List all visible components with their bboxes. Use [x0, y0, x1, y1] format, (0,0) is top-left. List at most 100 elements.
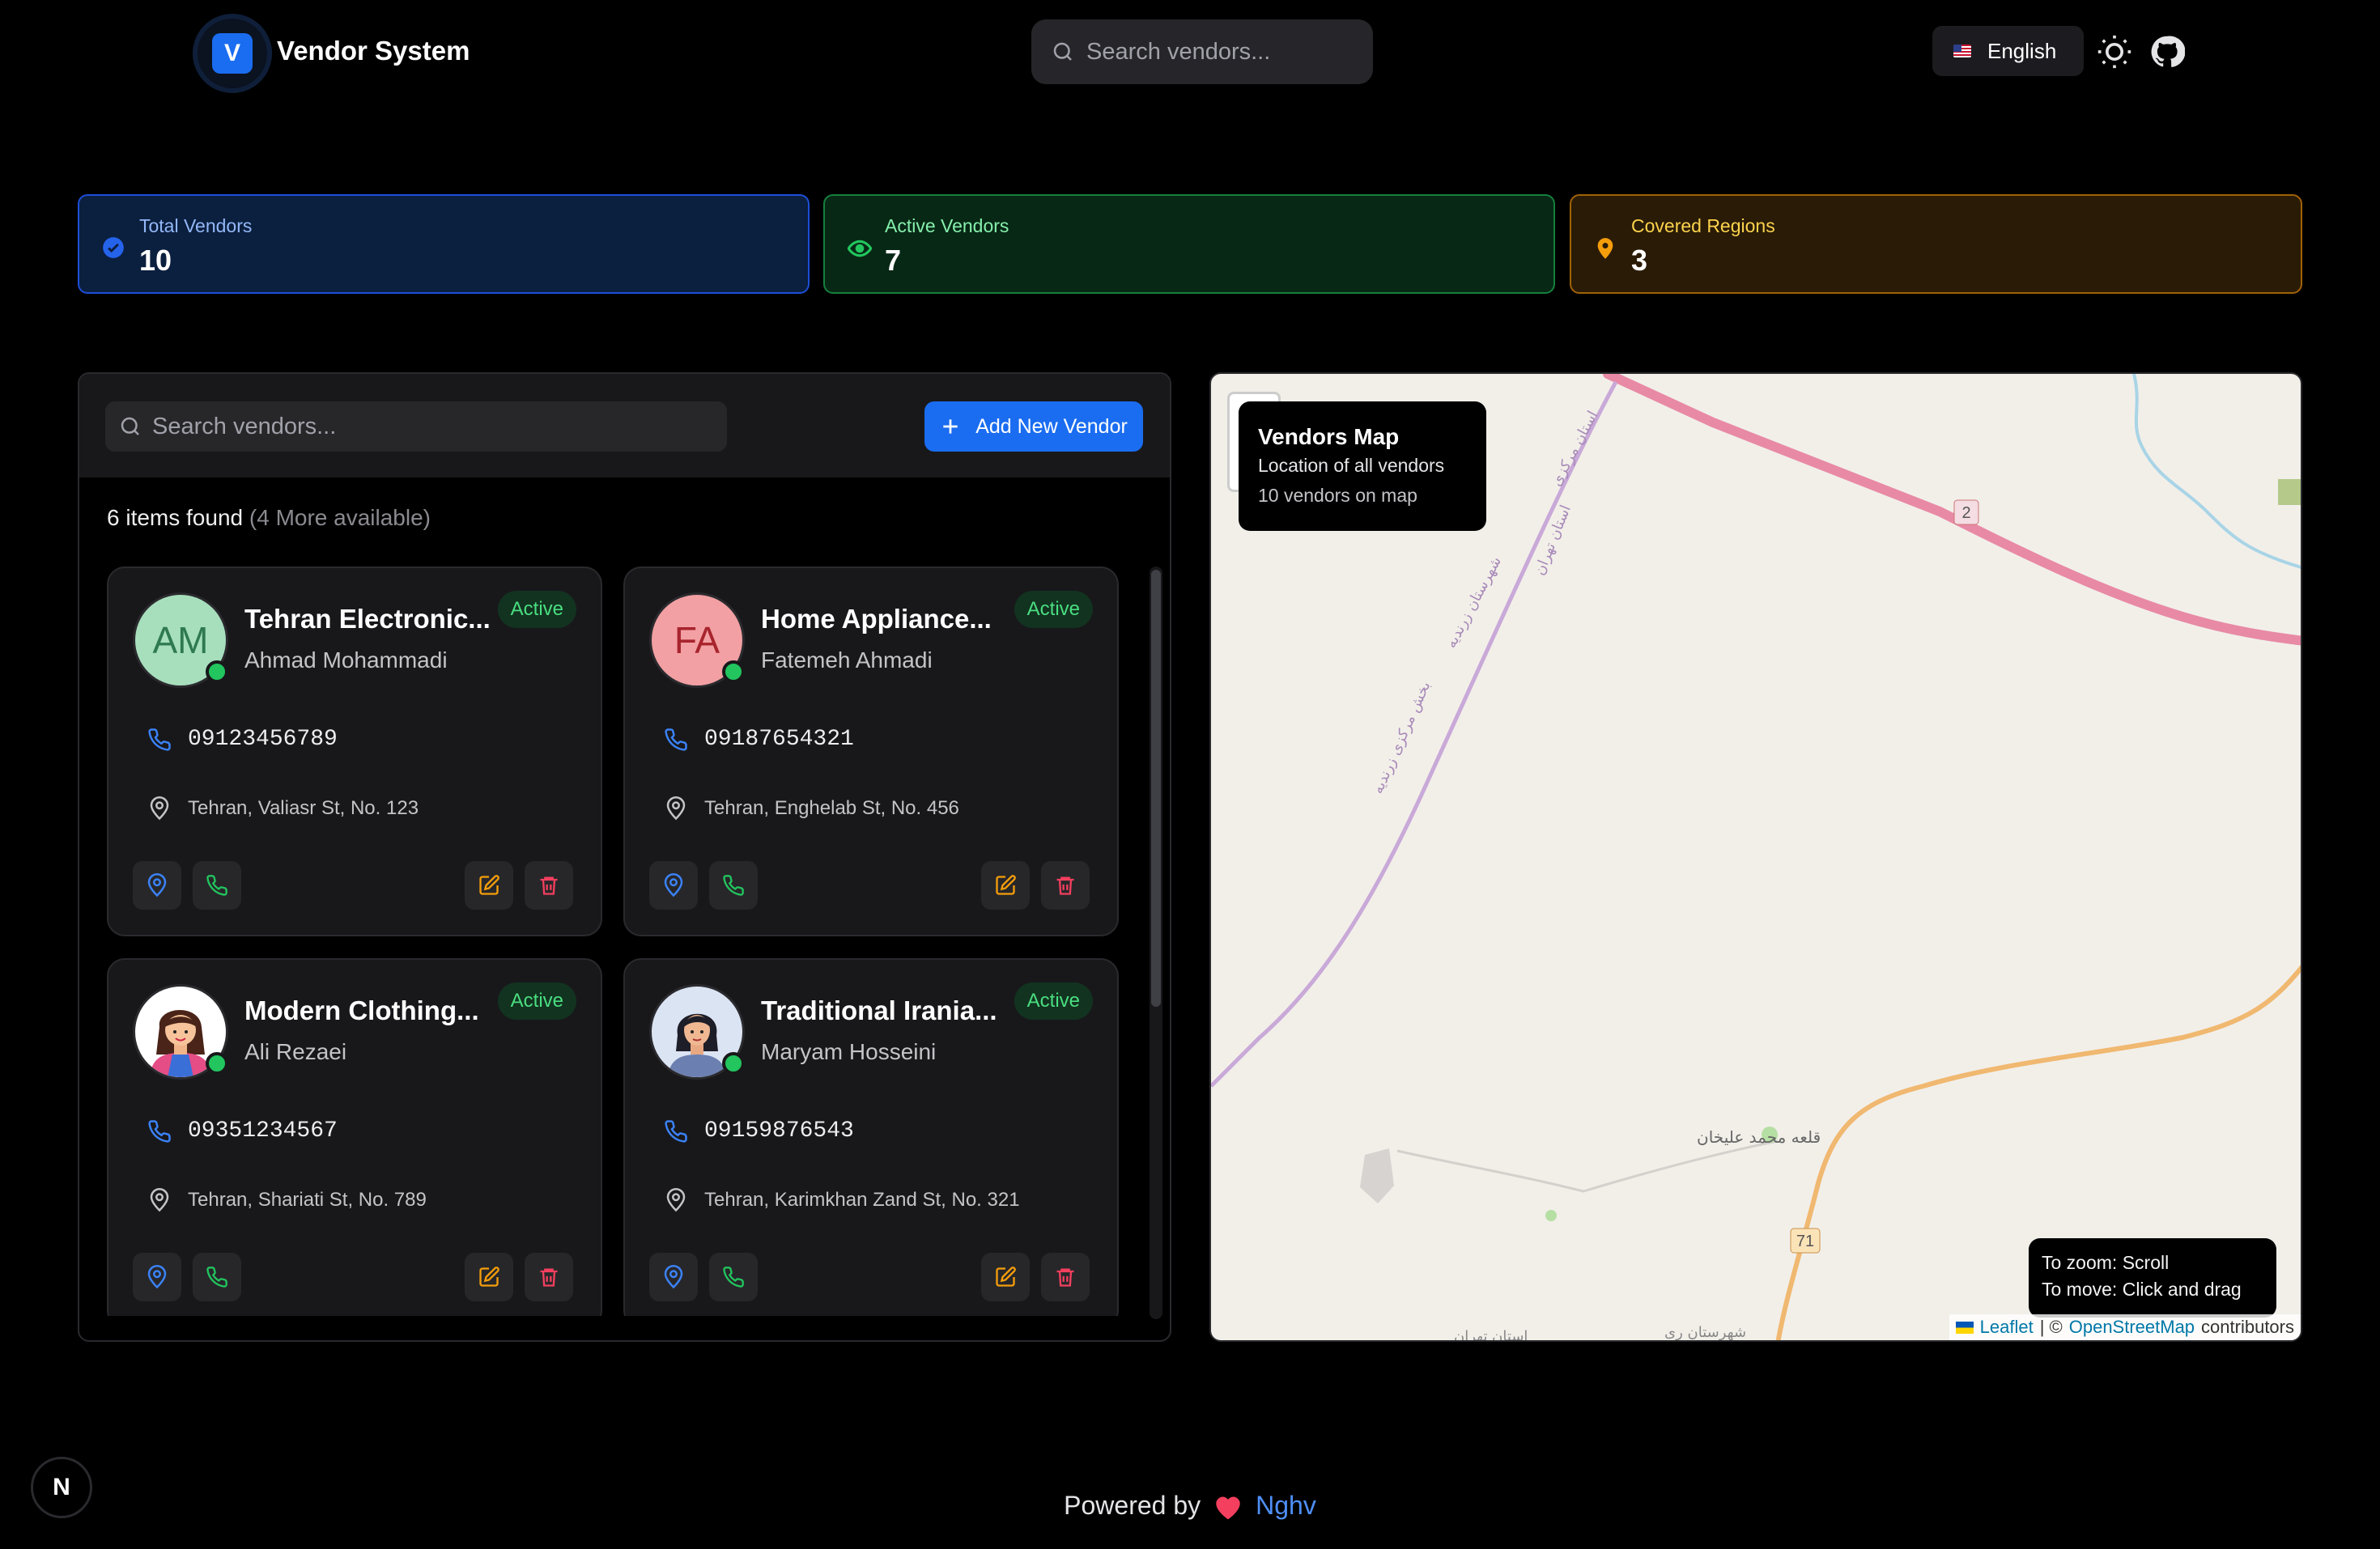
- call-button[interactable]: [709, 861, 758, 910]
- map-subtitle: Location of all vendors: [1258, 455, 1445, 476]
- sun-icon[interactable]: [2097, 34, 2132, 70]
- logo-letter: V: [212, 33, 253, 74]
- map-vendor-count: 10 vendors on map: [1258, 485, 1417, 506]
- language-switcher[interactable]: English: [1932, 26, 2084, 76]
- brand-title[interactable]: Vendor System: [277, 32, 470, 70]
- call-button[interactable]: [709, 1253, 758, 1301]
- phone-icon: [723, 1267, 744, 1288]
- list-scrollbar-thumb[interactable]: [1151, 570, 1161, 1007]
- edit-button[interactable]: [465, 861, 513, 910]
- eye-icon: [848, 240, 872, 257]
- map-title: Vendors Map: [1258, 424, 1400, 449]
- vendor-phone: 09159876543: [704, 1118, 854, 1144]
- delete-button[interactable]: [1041, 861, 1090, 910]
- stat-covered-regions: Covered Regions 3: [1570, 194, 2302, 294]
- vendor-search[interactable]: [105, 401, 727, 452]
- vendor-card[interactable]: Modern Clothing... Ali Rezaei Active 093…: [107, 958, 602, 1316]
- location-icon: [666, 796, 686, 821]
- edit-button[interactable]: [465, 1253, 513, 1301]
- road-shield-2: 2: [1961, 504, 1970, 522]
- stat-total-vendors: Total Vendors 10: [78, 194, 810, 294]
- vendor-name: Tehran Electronic...: [244, 604, 491, 634]
- stat-label: Covered Regions: [1631, 215, 1775, 236]
- vendor-card[interactable]: FA Home Appliance... Fatemeh Ahmadi Acti…: [623, 567, 1119, 936]
- location-icon: [150, 1188, 169, 1212]
- list-scrollbar[interactable]: [1150, 567, 1162, 1319]
- stat-label: Total Vendors: [139, 215, 253, 236]
- stat-active-vendors: Active Vendors 7: [823, 194, 1555, 294]
- map-info-card: Vendors Map Location of all vendors 10 v…: [1239, 401, 1486, 531]
- results-more-text: (4 More available): [249, 505, 431, 530]
- header-search[interactable]: [1031, 19, 1373, 84]
- github-icon[interactable]: [2149, 34, 2185, 70]
- footer-author-link[interactable]: Nghv: [1256, 1491, 1316, 1521]
- map-label-county-ray: شهرستان ری: [1664, 1324, 1746, 1341]
- show-on-map-button[interactable]: [133, 861, 181, 910]
- heart-icon: [1216, 1496, 1240, 1519]
- stat-value: 10: [139, 244, 172, 277]
- map-hint-zoom: To zoom: Scroll: [2042, 1252, 2170, 1273]
- map-label-village: قلعه محمد علیخان: [1697, 1127, 1821, 1147]
- status-badge: Active: [1014, 591, 1093, 628]
- map-pin-icon: [664, 873, 683, 898]
- map-attribution: Leaflet | © OpenStreetMap contributors: [1949, 1314, 2301, 1340]
- edit-icon: [479, 1267, 499, 1287]
- edit-icon: [996, 1267, 1016, 1287]
- stat-label: Active Vendors: [885, 215, 1009, 236]
- map-label-markazi: استان مرکزی: [1548, 408, 1601, 489]
- leaflet-link[interactable]: Leaflet: [1980, 1317, 2034, 1338]
- status-badge: Active: [1014, 982, 1093, 1020]
- show-on-map-button[interactable]: [133, 1253, 181, 1301]
- show-on-map-button[interactable]: [649, 861, 698, 910]
- stat-value: 7: [885, 244, 902, 277]
- delete-button[interactable]: [525, 1253, 573, 1301]
- edit-icon: [996, 875, 1016, 895]
- trash-icon: [1056, 1268, 1074, 1287]
- vendor-card[interactable]: AM Tehran Electronic... Ahmad Mohammadi …: [107, 567, 602, 936]
- header-search-input[interactable]: [1086, 38, 1362, 66]
- online-indicator: [206, 660, 228, 683]
- trash-icon: [1056, 876, 1074, 895]
- show-on-map-button[interactable]: [649, 1253, 698, 1301]
- vendor-name: Home Appliance...: [761, 604, 992, 634]
- results-count: 6 items found (4 More available): [107, 502, 431, 534]
- call-button[interactable]: [193, 1253, 241, 1301]
- map-pin-icon: [147, 873, 167, 898]
- vendor-address: Tehran, Karimkhan Zand St, No. 321: [704, 1189, 1020, 1211]
- attribution-tail: contributors: [2201, 1317, 2294, 1337]
- vendor-cards-grid: AM Tehran Electronic... Ahmad Mohammadi …: [79, 567, 1140, 1316]
- phone-icon: [148, 728, 171, 751]
- vendor-owner: Maryam Hosseini: [761, 1039, 937, 1064]
- edit-icon: [479, 875, 499, 895]
- call-button[interactable]: [193, 861, 241, 910]
- delete-button[interactable]: [525, 861, 573, 910]
- online-indicator: [206, 1052, 228, 1075]
- map-pin-icon: [1597, 238, 1613, 259]
- phone-icon: [148, 1119, 171, 1143]
- vendor-address: Tehran, Valiasr St, No. 123: [188, 797, 419, 819]
- trash-icon: [540, 876, 558, 895]
- phone-icon: [206, 1267, 227, 1288]
- us-flag-icon: [1953, 45, 1971, 57]
- vendor-search-input[interactable]: [152, 413, 427, 440]
- app-logo[interactable]: V: [193, 14, 272, 93]
- osm-link[interactable]: OpenStreetMap: [2069, 1317, 2195, 1338]
- edit-button[interactable]: [981, 1253, 1030, 1301]
- search-icon: [1053, 42, 1072, 61]
- vendor-address: Tehran, Shariati St, No. 789: [188, 1189, 427, 1211]
- ukraine-flag-icon: [1955, 1321, 1974, 1334]
- phone-icon: [206, 875, 227, 896]
- delete-button[interactable]: [1041, 1253, 1090, 1301]
- vendors-map[interactable]: 2 71 قلعه محمد علیخان استان تهران شهرستا…: [1209, 372, 2302, 1342]
- vendor-card[interactable]: Traditional Irania... Maryam Hosseini Ac…: [623, 958, 1119, 1316]
- trash-icon: [540, 1268, 558, 1287]
- search-icon: [121, 417, 139, 435]
- location-icon: [150, 796, 169, 821]
- vendor-phone: 09123456789: [188, 727, 338, 752]
- status-badge: Active: [497, 982, 576, 1020]
- status-badge: Active: [497, 591, 576, 628]
- vendor-address: Tehran, Enghelab St, No. 456: [704, 797, 959, 819]
- edit-button[interactable]: [981, 861, 1030, 910]
- road-shield-71: 71: [1796, 1233, 1814, 1250]
- add-vendor-button[interactable]: Add New Vendor: [924, 401, 1143, 452]
